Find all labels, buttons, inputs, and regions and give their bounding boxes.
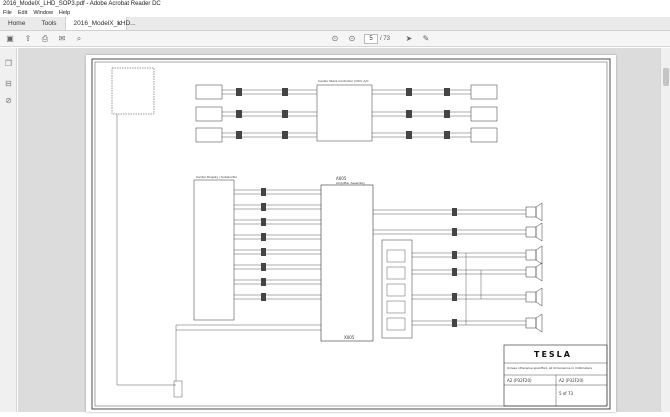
page-total: / 73 bbox=[380, 36, 391, 42]
upload-icon[interactable]: ⇪ bbox=[23, 34, 33, 44]
connector-id: X005 bbox=[344, 335, 355, 340]
sheet-number: 5 of 73 bbox=[559, 391, 573, 396]
pen-icon[interactable]: ✎ bbox=[421, 34, 431, 44]
tab-home[interactable]: Home bbox=[0, 17, 33, 30]
drawing-notes: Unless otherwise specified, all dimensio… bbox=[507, 366, 592, 370]
search-icon[interactable]: ⌕ bbox=[74, 34, 84, 44]
attachment-icon[interactable]: ⊘ bbox=[4, 96, 13, 105]
main-toolbar: ▣ ⇪ ⎙ ✉ ⌕ ⊙ ⊙ 5 / 73 ➤ ✎ bbox=[0, 31, 670, 47]
email-icon[interactable]: ✉ bbox=[57, 34, 67, 44]
prev-page-icon[interactable]: ⊙ bbox=[330, 34, 340, 44]
amplifier-label: Amplifier Assembly bbox=[336, 181, 365, 185]
window-titlebar: 2016_ModelX_LHD_SOP3.pdf - Adobe Acrobat… bbox=[0, 0, 670, 9]
tesla-logo-text: TESLA bbox=[534, 350, 572, 359]
window-title: 2016_ModelX_LHD_SOP3.pdf - Adobe Acrobat… bbox=[3, 1, 161, 7]
menu-file[interactable]: File bbox=[0, 9, 15, 17]
document-canvas[interactable]: Center Stack Controller (CSC) A/C Center… bbox=[18, 48, 660, 412]
tab-tools[interactable]: Tools bbox=[33, 17, 64, 30]
vertical-scrollbar[interactable] bbox=[660, 48, 670, 412]
close-tab-icon[interactable]: ✕ bbox=[117, 17, 122, 31]
page-number-input[interactable]: 5 bbox=[364, 34, 378, 44]
left-navigation-rail: ❐ ⊟ ⊘ bbox=[0, 48, 17, 412]
menu-help[interactable]: Help bbox=[56, 9, 73, 17]
menu-edit[interactable]: Edit bbox=[15, 9, 30, 17]
wiring-diagram: Center Stack Controller (CSC) A/C Center… bbox=[91, 58, 611, 410]
next-page-icon[interactable]: ⊙ bbox=[347, 34, 357, 44]
csc-header-label: Center Stack Controller (CSC) A/C bbox=[318, 79, 369, 83]
bookmark-icon[interactable]: ⊟ bbox=[4, 79, 13, 88]
save-icon[interactable]: ▣ bbox=[5, 34, 15, 44]
tab-document-label: 2016_ModelX_LHD... bbox=[73, 20, 136, 27]
pages-icon[interactable]: ❐ bbox=[4, 59, 13, 68]
select-cursor-icon[interactable]: ➤ bbox=[404, 34, 414, 44]
revision-field-2: A2 (P32F20) bbox=[559, 378, 584, 383]
pdf-page[interactable]: Center Stack Controller (CSC) A/C Center… bbox=[86, 55, 616, 412]
menu-bar: File Edit Window Help bbox=[0, 9, 670, 17]
tab-document[interactable]: 2016_ModelX_LHD... ✕ bbox=[64, 17, 136, 31]
print-icon[interactable]: ⎙ bbox=[40, 34, 50, 44]
scrollbar-thumb[interactable] bbox=[663, 68, 669, 86]
tab-bar: Home Tools 2016_ModelX_LHD... ✕ bbox=[0, 17, 670, 31]
revision-field: A2 (P32F20) bbox=[507, 378, 532, 383]
menu-window[interactable]: Window bbox=[30, 9, 56, 17]
distribution-label: Center Display / Subwoofer bbox=[196, 175, 238, 179]
